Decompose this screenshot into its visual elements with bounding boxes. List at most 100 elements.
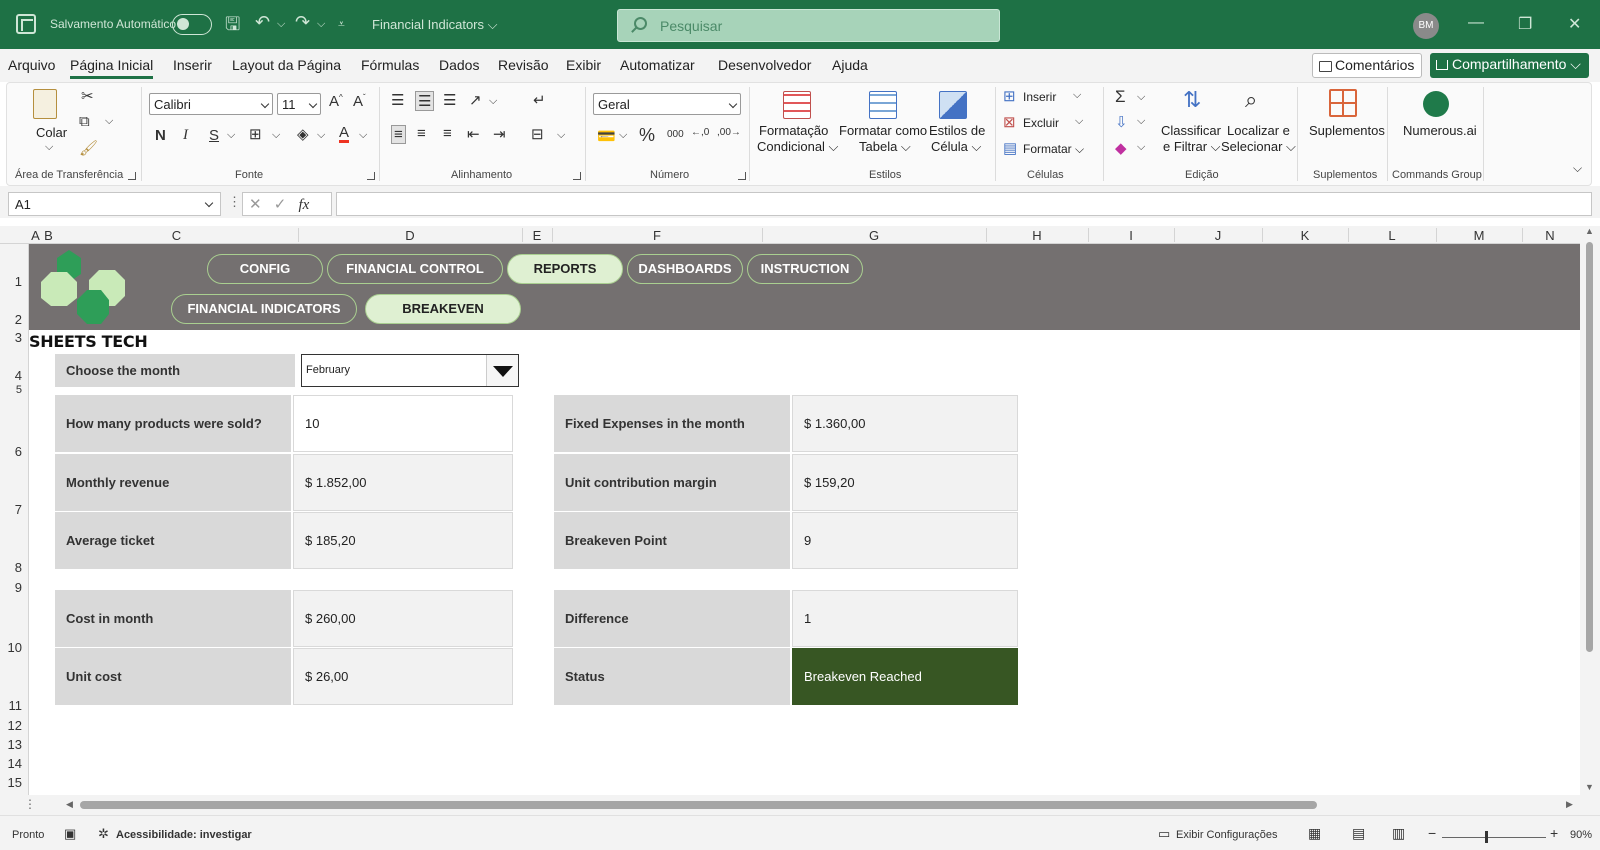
- more-options-icon[interactable]: ⋮: [228, 194, 241, 210]
- bold-icon[interactable]: N: [155, 127, 166, 144]
- row-header[interactable]: 12: [8, 718, 22, 733]
- vertical-scroll-thumb[interactable]: [1586, 242, 1593, 652]
- conditional-formatting-label-1[interactable]: Formatação: [759, 123, 828, 138]
- percent-icon[interactable]: %: [639, 125, 655, 146]
- font-launcher-icon[interactable]: [367, 172, 375, 180]
- autosave-toggle[interactable]: [172, 14, 212, 35]
- row-header[interactable]: 3: [15, 330, 22, 345]
- nav-breakeven[interactable]: BREAKEVEN: [365, 294, 521, 324]
- comma-style-icon[interactable]: 000: [667, 129, 684, 140]
- menu-desenvolvedor[interactable]: Desenvolvedor: [718, 57, 811, 73]
- accessibility-icon[interactable]: ✲: [98, 826, 109, 842]
- align-bottom-icon[interactable]: ☰: [443, 91, 456, 109]
- align-middle-icon[interactable]: ☰: [415, 91, 435, 111]
- insert-dropdown-icon[interactable]: ⌵: [1073, 89, 1081, 102]
- orientation-icon[interactable]: ↗: [469, 91, 482, 109]
- font-color-icon[interactable]: A: [339, 125, 350, 143]
- products-sold-value[interactable]: 10: [293, 395, 513, 452]
- column-header[interactable]: N: [1522, 228, 1578, 243]
- column-header[interactable]: J: [1174, 228, 1262, 243]
- borders-icon[interactable]: ⊞: [249, 125, 262, 143]
- nav-instruction[interactable]: INSTRUCTION: [747, 254, 863, 284]
- find-select-label-1[interactable]: Localizar e: [1227, 123, 1290, 138]
- clear-icon[interactable]: ◆: [1115, 139, 1127, 157]
- number-format-select[interactable]: Geral: [593, 93, 741, 115]
- align-center-icon[interactable]: ≡: [417, 125, 426, 142]
- nav-financial-indicators[interactable]: FINANCIAL INDICATORS: [171, 294, 357, 324]
- fill-color-dropdown-icon[interactable]: ⌵: [317, 129, 325, 142]
- page-layout-view-icon[interactable]: ▤: [1352, 825, 1365, 842]
- merge-center-icon[interactable]: ⊟: [531, 125, 544, 143]
- font-size-select[interactable]: 11: [277, 93, 321, 115]
- number-launcher-icon[interactable]: [738, 172, 746, 180]
- column-header[interactable]: L: [1348, 228, 1436, 243]
- grow-font-icon[interactable]: A^: [329, 93, 343, 110]
- menu-ajuda[interactable]: Ajuda: [832, 57, 868, 73]
- document-title[interactable]: Financial Indicators ⌵: [372, 17, 497, 33]
- paste-dropdown-icon[interactable]: ⌵: [45, 141, 53, 154]
- menu-inserir[interactable]: Inserir: [173, 57, 212, 73]
- fill-color-icon[interactable]: ◈: [297, 125, 309, 143]
- save-icon[interactable]: 🖫: [225, 12, 240, 42]
- accessibility-status[interactable]: Acessibilidade: investigar: [116, 829, 252, 841]
- sort-filter-icon[interactable]: ⇅: [1183, 87, 1201, 113]
- autosum-icon[interactable]: Σ: [1115, 87, 1126, 107]
- unit-cost-value[interactable]: $ 26,00: [293, 648, 513, 705]
- orientation-dropdown-icon[interactable]: ⌵: [489, 95, 497, 108]
- redo-icon[interactable]: ↷: [295, 12, 310, 33]
- column-header[interactable]: K: [1262, 228, 1348, 243]
- format-as-table-icon[interactable]: [869, 91, 897, 119]
- font-name-select[interactable]: Calibri: [149, 93, 273, 115]
- undo-dropdown-icon[interactable]: ⌵: [277, 18, 285, 31]
- delete-cells-icon[interactable]: ⊠: [1003, 113, 1016, 131]
- shrink-font-icon[interactable]: Aˇ: [353, 93, 366, 110]
- monthly-revenue-value[interactable]: $ 1.852,00: [293, 454, 513, 511]
- sheet-tabs-options-icon[interactable]: ⋮: [24, 797, 36, 811]
- zoom-slider-handle[interactable]: [1485, 831, 1488, 843]
- nav-config[interactable]: CONFIG: [207, 254, 323, 284]
- page-break-view-icon[interactable]: ▥: [1392, 825, 1405, 842]
- font-color-dropdown-icon[interactable]: ⌵: [359, 129, 367, 142]
- undo-icon[interactable]: ↶: [255, 12, 270, 33]
- insert-cells-label[interactable]: Inserir: [1023, 90, 1056, 104]
- italic-icon[interactable]: I: [183, 127, 188, 144]
- row-header[interactable]: 7: [15, 502, 22, 517]
- row-header[interactable]: 8: [15, 560, 22, 575]
- comments-button[interactable]: Comentários: [1312, 53, 1422, 78]
- row-header[interactable]: 5: [16, 384, 22, 396]
- column-header[interactable]: M: [1436, 228, 1522, 243]
- breakeven-point-value[interactable]: 9: [792, 512, 1018, 569]
- numerous-ai-label[interactable]: Numerous.ai: [1403, 123, 1477, 138]
- month-select[interactable]: February: [301, 354, 519, 387]
- zoom-slider[interactable]: [1442, 837, 1546, 838]
- row-header[interactable]: 14: [8, 756, 22, 771]
- column-header[interactable]: B: [42, 228, 55, 243]
- format-as-table-label-1[interactable]: Formatar como: [839, 123, 927, 138]
- insert-function-icon[interactable]: fx: [299, 197, 310, 213]
- addins-label[interactable]: Suplementos: [1309, 123, 1385, 138]
- nav-financial-control[interactable]: FINANCIAL CONTROL: [327, 254, 503, 284]
- difference-value[interactable]: 1: [792, 590, 1018, 647]
- scroll-down-icon[interactable]: ▼: [1585, 782, 1594, 792]
- accounting-dropdown-icon[interactable]: ⌵: [619, 129, 627, 142]
- formula-input[interactable]: [336, 192, 1592, 216]
- underline-icon[interactable]: S: [209, 127, 219, 144]
- autosum-dropdown-icon[interactable]: ⌵: [1137, 91, 1145, 104]
- menu-automatizar[interactable]: Automatizar: [620, 57, 695, 73]
- display-settings-icon[interactable]: ▭: [1158, 826, 1170, 842]
- sort-filter-label-1[interactable]: Classificar: [1161, 123, 1221, 138]
- column-header[interactable]: E: [522, 228, 552, 243]
- display-settings-label[interactable]: Exibir Configurações: [1176, 829, 1278, 841]
- clipboard-launcher-icon[interactable]: [128, 172, 136, 180]
- conditional-formatting-icon[interactable]: [783, 91, 811, 119]
- fixed-expenses-value[interactable]: $ 1.360,00: [792, 395, 1018, 452]
- cell-styles-icon[interactable]: [939, 91, 967, 119]
- borders-dropdown-icon[interactable]: ⌵: [272, 129, 280, 142]
- nav-reports[interactable]: REPORTS: [507, 254, 623, 284]
- column-header[interactable]: D: [298, 228, 522, 243]
- paste-icon[interactable]: [33, 89, 57, 119]
- close-icon[interactable]: ✕: [1568, 14, 1581, 34]
- collapse-ribbon-icon[interactable]: ⌵: [1573, 161, 1582, 176]
- paste-label[interactable]: Colar: [36, 125, 67, 140]
- cost-in-month-value[interactable]: $ 260,00: [293, 590, 513, 647]
